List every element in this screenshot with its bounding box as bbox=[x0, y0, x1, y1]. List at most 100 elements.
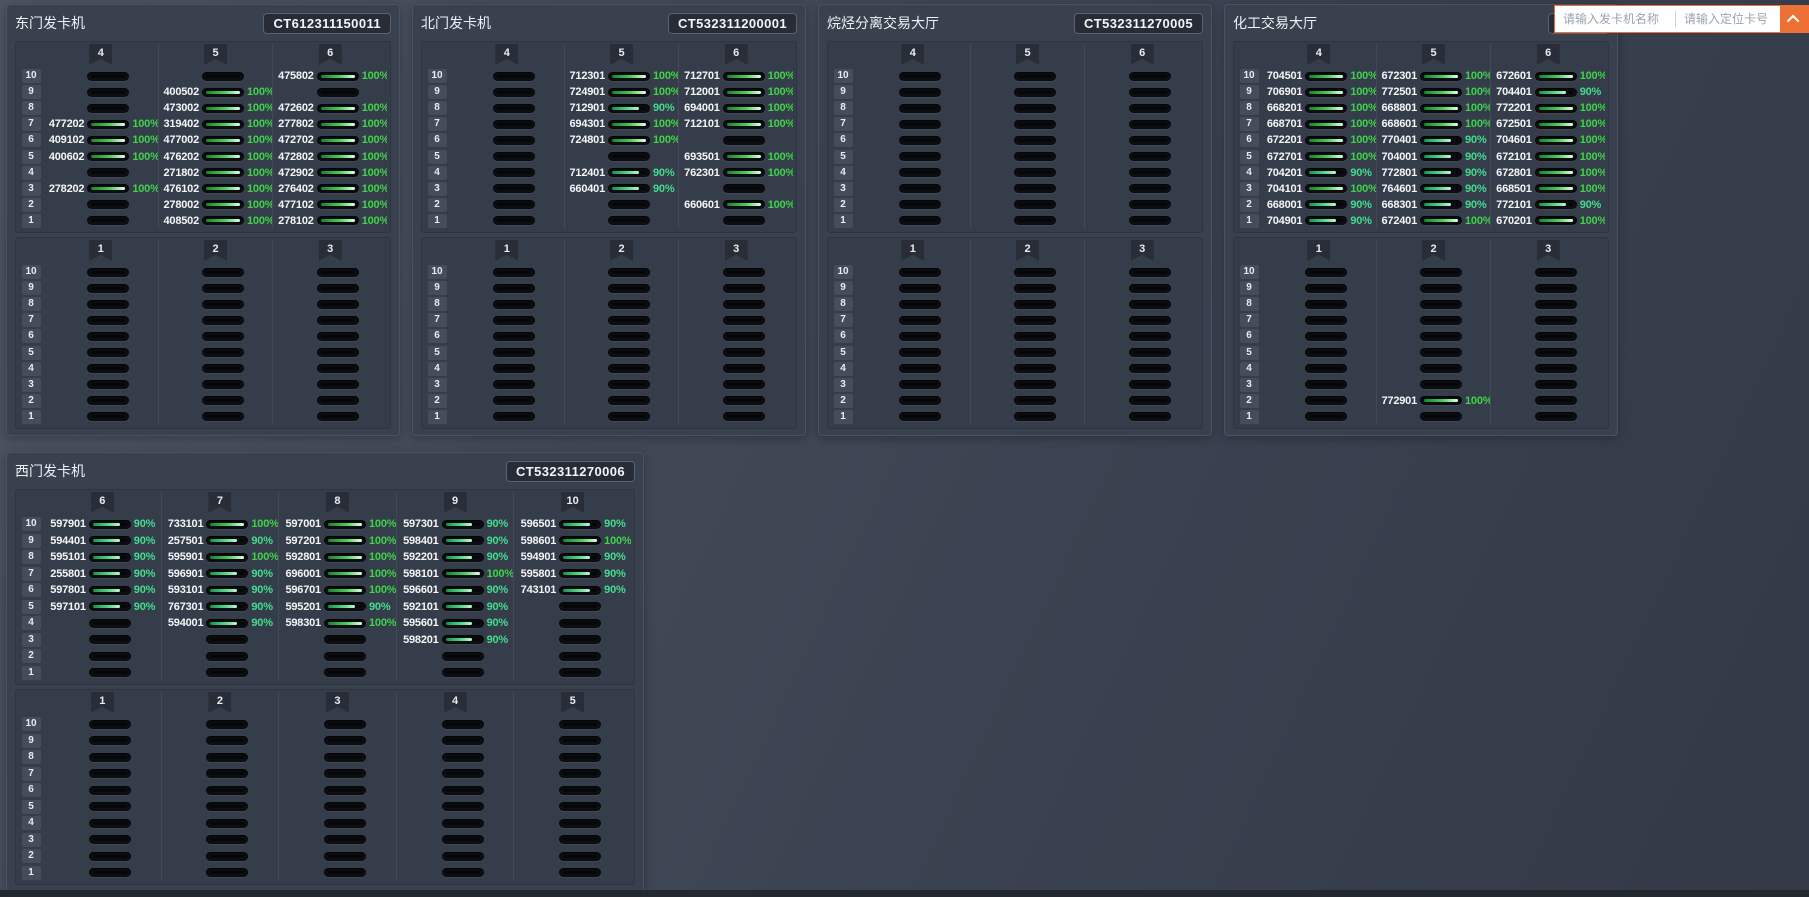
chip-row: 3 bbox=[1236, 377, 1262, 393]
bottom-strip bbox=[0, 890, 1809, 897]
chip-row: 5 bbox=[18, 148, 44, 164]
slot-row bbox=[44, 197, 158, 213]
row-number-chip: 3 bbox=[1240, 378, 1259, 392]
battery-percent: 100% bbox=[369, 568, 396, 580]
battery-bar bbox=[608, 412, 650, 421]
slot-row bbox=[1491, 393, 1605, 409]
chip-row: 4 bbox=[424, 361, 450, 377]
battery-fill bbox=[93, 556, 120, 559]
row-labels: 10987654321 bbox=[18, 240, 44, 425]
slot-row: 704101100% bbox=[1262, 181, 1376, 197]
slot-row bbox=[679, 132, 793, 148]
slot-row bbox=[565, 377, 679, 393]
column-tag-wrap: 1 bbox=[44, 240, 158, 264]
chip-row: 4 bbox=[1236, 165, 1262, 181]
slot-row: 71240190% bbox=[565, 165, 679, 181]
slot-row bbox=[273, 377, 387, 393]
chip-row: 7 bbox=[424, 312, 450, 328]
slot-row bbox=[44, 848, 161, 865]
battery-fill bbox=[612, 75, 646, 78]
battery-percent: 90% bbox=[134, 535, 161, 547]
battery-percent: 100% bbox=[1350, 70, 1375, 82]
battery-fill bbox=[1539, 187, 1573, 190]
slot-row bbox=[971, 148, 1085, 164]
chip-row: 4 bbox=[1236, 361, 1262, 377]
battery-bar bbox=[899, 364, 941, 373]
row-number-chip: 5 bbox=[22, 600, 41, 614]
row-number-chip: 9 bbox=[22, 534, 41, 548]
slot-row bbox=[273, 312, 387, 328]
slot-row bbox=[44, 716, 161, 733]
card-number: 594401 bbox=[44, 535, 86, 547]
card-number: 672601 bbox=[1491, 70, 1531, 82]
battery-bar bbox=[87, 104, 129, 113]
column-tag: 1 bbox=[91, 692, 114, 713]
battery-bar bbox=[723, 300, 765, 309]
slot-column: 3 bbox=[1490, 240, 1605, 425]
collapse-button[interactable] bbox=[1780, 6, 1808, 32]
battery-percent: 90% bbox=[251, 535, 278, 547]
card-number: 473002 bbox=[159, 102, 199, 114]
battery-percent: 90% bbox=[487, 584, 514, 596]
battery-bar bbox=[1129, 200, 1171, 209]
battery-percent: 90% bbox=[134, 568, 161, 580]
slot-row: 74310190% bbox=[514, 582, 631, 599]
battery-fill bbox=[206, 187, 240, 190]
card-number-input[interactable] bbox=[1676, 6, 1780, 32]
battery-bar bbox=[559, 569, 601, 578]
battery-bar bbox=[317, 364, 359, 373]
dispenser-name-input[interactable] bbox=[1555, 6, 1675, 32]
slot-row bbox=[514, 782, 631, 799]
battery-fill bbox=[210, 572, 237, 575]
battery-percent: 90% bbox=[487, 601, 514, 613]
slot-row bbox=[44, 377, 158, 393]
battery-bar bbox=[608, 364, 650, 373]
tag-space bbox=[18, 44, 44, 68]
slot-row: 278002100% bbox=[159, 197, 273, 213]
row-number-chip: 8 bbox=[22, 550, 41, 564]
card-number: 595101 bbox=[44, 551, 86, 563]
slot-section: 10987654321123 bbox=[15, 237, 391, 429]
battery-fill bbox=[1309, 187, 1343, 190]
slot-column: 4 bbox=[450, 44, 564, 229]
slot-row bbox=[450, 344, 564, 360]
row-number-chip: 3 bbox=[22, 182, 41, 196]
battery-fill bbox=[206, 155, 240, 158]
slot-row bbox=[162, 782, 279, 799]
panel-header: 东门发卡机CT612311150011 bbox=[15, 9, 391, 37]
slot-row bbox=[1085, 116, 1199, 132]
battery-bar bbox=[493, 316, 535, 325]
battery-percent: 90% bbox=[1465, 167, 1490, 179]
slot-row: 472902100% bbox=[273, 165, 387, 181]
battery-fill bbox=[1539, 91, 1566, 94]
slot-row bbox=[971, 296, 1085, 312]
battery-fill bbox=[1424, 123, 1458, 126]
slot-row: 59510190% bbox=[44, 549, 161, 566]
slot-row bbox=[44, 280, 158, 296]
battery-bar bbox=[608, 168, 650, 177]
battery-bar bbox=[317, 136, 359, 145]
battery-fill bbox=[1424, 171, 1451, 174]
slot-row bbox=[159, 68, 273, 84]
slot-row bbox=[162, 716, 279, 733]
slot-column: 5400502100%473002100%319402100%477002100… bbox=[158, 44, 273, 229]
battery-bar bbox=[442, 786, 484, 795]
row-number-chip: 8 bbox=[1240, 101, 1259, 115]
battery-fill bbox=[1539, 107, 1573, 110]
battery-fill bbox=[328, 539, 362, 542]
slot-row bbox=[1377, 409, 1491, 425]
row-number-chip: 4 bbox=[22, 166, 41, 180]
row-labels: 10987654321 bbox=[424, 240, 450, 425]
card-number: 743101 bbox=[514, 584, 556, 596]
battery-bar bbox=[202, 104, 244, 113]
slot-row bbox=[450, 361, 564, 377]
slot-row: 472602100% bbox=[273, 100, 387, 116]
battery-percent: 100% bbox=[604, 535, 631, 547]
row-number-chip: 9 bbox=[428, 85, 447, 99]
card-number: 672701 bbox=[1262, 151, 1302, 163]
battery-bar bbox=[493, 72, 535, 81]
battery-bar bbox=[608, 88, 650, 97]
dispenser-panel: 化工交易大厅CT532109876543214704501100%7069011… bbox=[1224, 4, 1618, 436]
slot-row bbox=[162, 733, 279, 750]
slot-row: 598301100% bbox=[279, 615, 396, 632]
